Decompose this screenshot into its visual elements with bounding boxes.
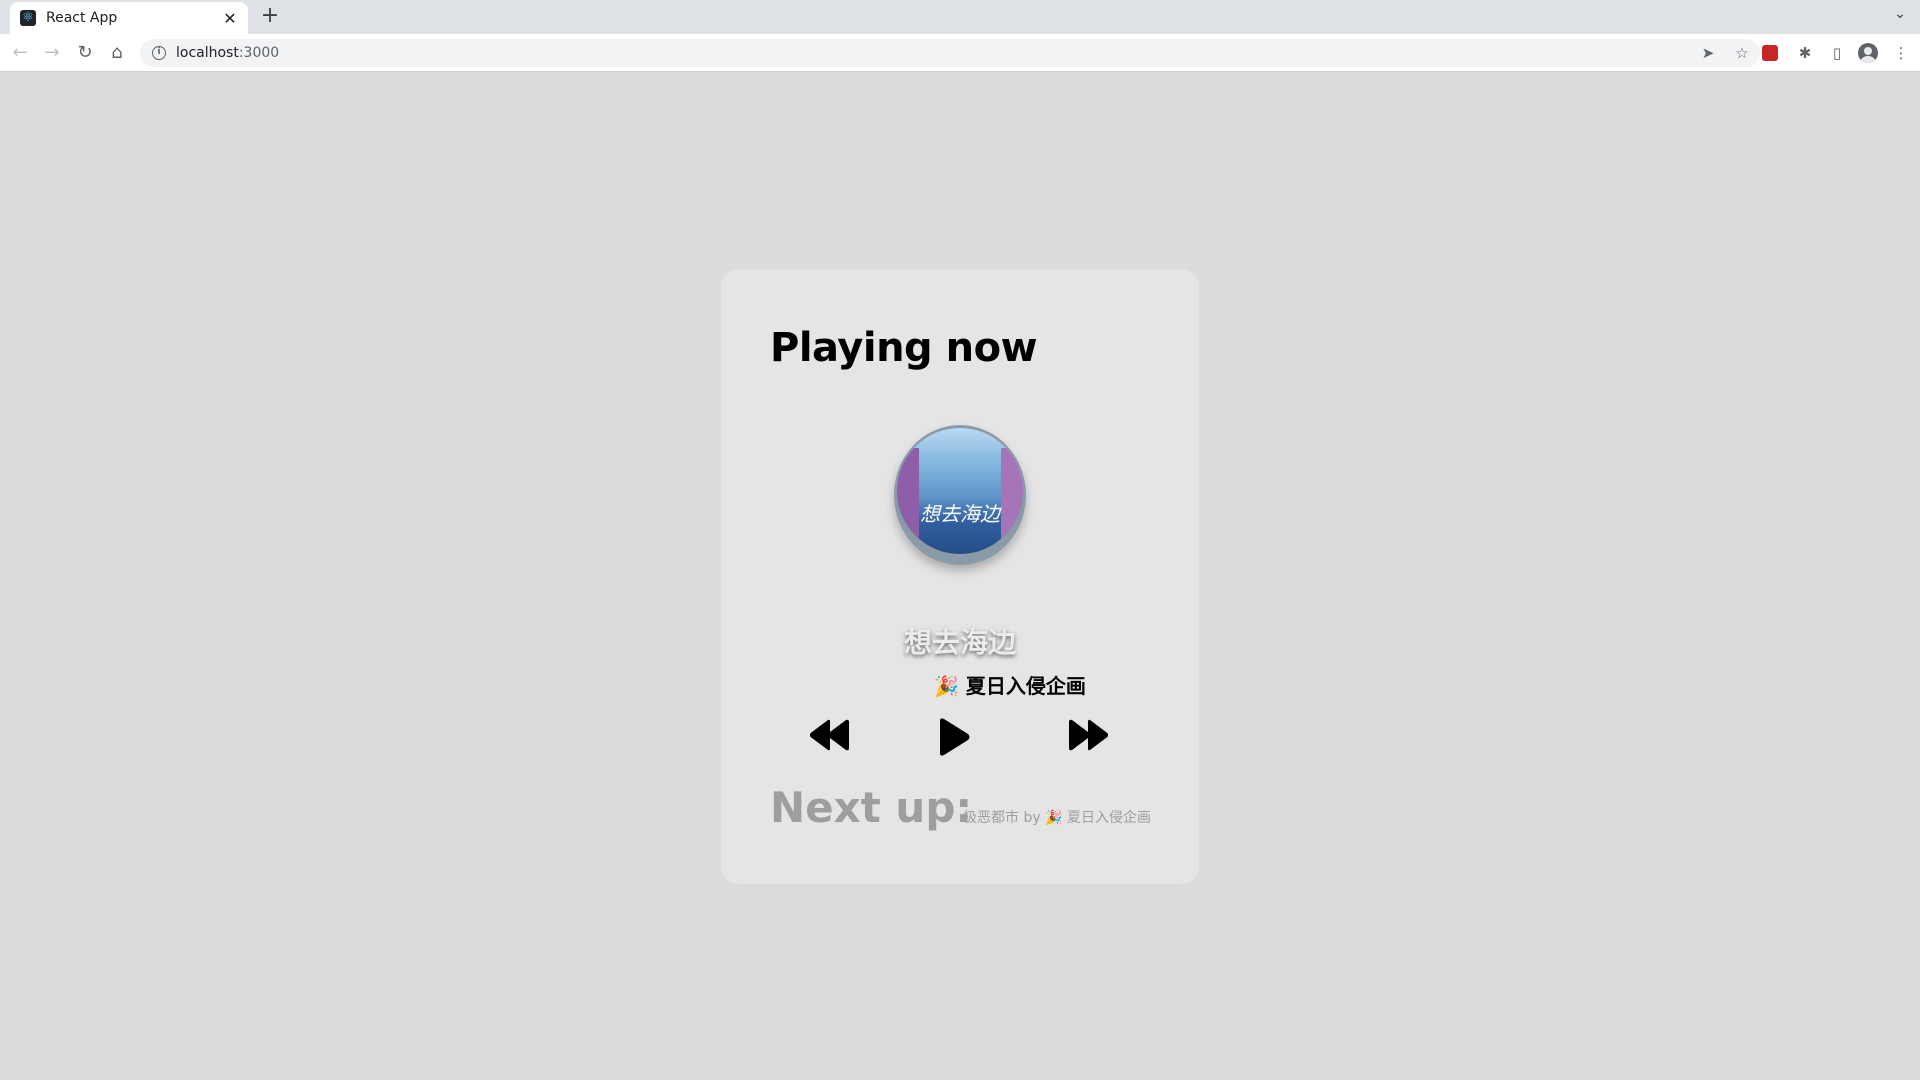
- song-title: 想去海边: [903, 626, 1016, 659]
- bookmark-star-icon[interactable]: ☆: [1732, 43, 1752, 63]
- artist-name: 🎉 夏日入侵企画: [934, 674, 1086, 698]
- url-text: localhost:3000: [176, 45, 280, 61]
- profile-avatar[interactable]: [1858, 41, 1880, 65]
- playing-now-heading: Playing now: [770, 325, 1038, 371]
- next-up-label: Next up:: [770, 783, 973, 832]
- tab-strip: ⚛ React App ✕ + ⌄: [0, 0, 1920, 34]
- album-cover: 想去海边: [894, 425, 1026, 565]
- new-tab-button[interactable]: +: [258, 4, 282, 28]
- close-tab-icon[interactable]: ✕: [222, 9, 238, 28]
- tab-search-chevron-icon[interactable]: ⌄: [1894, 6, 1906, 22]
- send-icon[interactable]: ➤: [1698, 43, 1718, 63]
- fast-forward-icon[interactable]: [1066, 717, 1110, 753]
- album-art-title: 想去海边: [920, 502, 1000, 526]
- menu-kebab-icon[interactable]: ⋮: [1890, 41, 1912, 65]
- extension-red-icon[interactable]: [1762, 41, 1784, 65]
- site-info-icon[interactable]: i: [152, 46, 166, 60]
- next-track-info[interactable]: 极恶都市 by 🎉 夏日入侵企画: [963, 807, 1151, 827]
- address-bar[interactable]: i localhost:3000 ➤ ☆: [140, 39, 1760, 67]
- side-panel-icon[interactable]: ▯: [1826, 41, 1848, 65]
- react-favicon-icon: ⚛: [20, 10, 36, 26]
- tab-title: React App: [46, 10, 118, 26]
- play-icon[interactable]: [936, 717, 972, 757]
- rewind-icon[interactable]: [808, 717, 852, 753]
- music-player-card: Playing now 想去海边 想去海边 🎉 夏日入侵企画 Next up: …: [721, 269, 1199, 884]
- playback-controls: [721, 717, 1199, 761]
- reload-button[interactable]: ↻: [73, 41, 97, 65]
- extensions-puzzle-icon[interactable]: ✱: [1794, 41, 1816, 65]
- home-button[interactable]: ⌂: [105, 41, 129, 65]
- album-art-image: 想去海边: [897, 428, 1023, 554]
- tab-react-app[interactable]: ⚛ React App ✕: [10, 2, 248, 34]
- browser-toolbar: ← → ↻ ⌂ i localhost:3000 ➤ ☆ ✱ ▯ ⋮: [0, 34, 1920, 72]
- back-button[interactable]: ←: [8, 41, 32, 65]
- forward-button[interactable]: →: [40, 41, 64, 65]
